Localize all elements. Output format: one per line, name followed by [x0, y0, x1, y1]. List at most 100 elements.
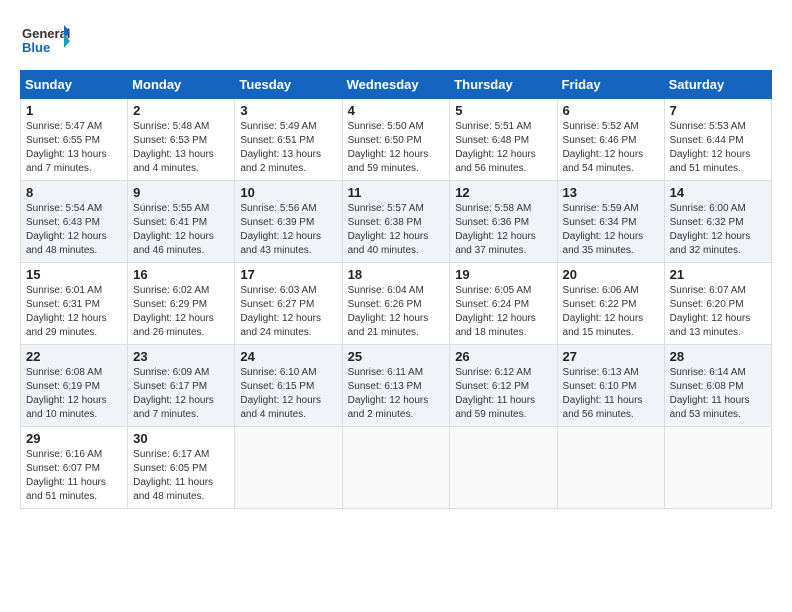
calendar-cell: 8Sunrise: 5:54 AM Sunset: 6:43 PM Daylig…: [21, 181, 128, 263]
day-number: 28: [670, 349, 766, 364]
day-number: 18: [348, 267, 445, 282]
calendar-cell: 2 Sunrise: 5:48 AM Sunset: 6:53 PM Daylig…: [128, 99, 235, 181]
calendar-cell: 19 Sunrise: 6:05 AM Sunset: 6:24 PM Dayli…: [450, 263, 557, 345]
calendar-cell: 4 Sunrise: 5:50 AM Sunset: 6:50 PM Daylig…: [342, 99, 450, 181]
day-info: Sunrise: 5:48 AM Sunset: 6:53 PM Dayligh…: [133, 120, 229, 176]
day-number: 16: [133, 267, 229, 282]
day-info: Sunrise: 5:50 AM Sunset: 6:50 PM Dayligh…: [348, 120, 445, 176]
day-info: Sunrise: 6:13 AM Sunset: 6:10 PM Dayligh…: [563, 366, 659, 422]
calendar-cell: 5 Sunrise: 5:51 AM Sunset: 6:48 PM Daylig…: [450, 99, 557, 181]
calendar-cell: 27 Sunrise: 6:13 AM Sunset: 6:10 PM Dayli…: [557, 345, 664, 427]
calendar-cell: 11Sunrise: 5:57 AM Sunset: 6:38 PM Dayli…: [342, 181, 450, 263]
day-number: 30: [133, 431, 229, 446]
calendar-cell: 12 Sunrise: 5:58 AM Sunset: 6:36 PM Dayli…: [450, 181, 557, 263]
day-number: 26: [455, 349, 551, 364]
calendar-cell: 26 Sunrise: 6:12 AM Sunset: 6:12 PM Dayli…: [450, 345, 557, 427]
day-number: 25: [348, 349, 445, 364]
calendar-week-3: 15 Sunrise: 6:01 AM Sunset: 6:31 PM Dayli…: [21, 263, 772, 345]
calendar-header-row: SundayMondayTuesdayWednesdayThursdayFrid…: [21, 71, 772, 99]
day-number: 29: [26, 431, 122, 446]
day-number: 9: [133, 185, 229, 200]
day-number: 21: [670, 267, 766, 282]
day-number: 5: [455, 103, 551, 118]
calendar-week-5: 29 Sunrise: 6:16 AM Sunset: 6:07 PM Dayli…: [21, 427, 772, 509]
calendar-table: SundayMondayTuesdayWednesdayThursdayFrid…: [20, 70, 772, 509]
calendar-header-wednesday: Wednesday: [342, 71, 450, 99]
calendar-cell: 23 Sunrise: 6:09 AM Sunset: 6:17 PM Dayli…: [128, 345, 235, 427]
day-number: 11: [348, 185, 445, 200]
day-number: 4: [348, 103, 445, 118]
calendar-header-tuesday: Tuesday: [235, 71, 342, 99]
day-number: 2: [133, 103, 229, 118]
calendar-cell: 29 Sunrise: 6:16 AM Sunset: 6:07 PM Dayli…: [21, 427, 128, 509]
day-number: 14: [670, 185, 766, 200]
day-number: 27: [563, 349, 659, 364]
calendar-cell: 1 Sunrise: 5:47 AM Sunset: 6:55 PM Daylig…: [21, 99, 128, 181]
day-info: Sunrise: 6:08 AM Sunset: 6:19 PM Dayligh…: [26, 366, 122, 422]
calendar-header-saturday: Saturday: [664, 71, 771, 99]
svg-text:General: General: [22, 26, 70, 41]
day-number: 24: [240, 349, 336, 364]
calendar-cell: [664, 427, 771, 509]
calendar-cell: 9 Sunrise: 5:55 AM Sunset: 6:41 PM Daylig…: [128, 181, 235, 263]
logo: General Blue: [20, 20, 74, 60]
day-info: Sunrise: 6:02 AM Sunset: 6:29 PM Dayligh…: [133, 284, 229, 340]
calendar-cell: 22 Sunrise: 6:08 AM Sunset: 6:19 PM Dayli…: [21, 345, 128, 427]
calendar-cell: 18 Sunrise: 6:04 AM Sunset: 6:26 PM Dayli…: [342, 263, 450, 345]
day-info: Sunrise: 5:49 AM Sunset: 6:51 PM Dayligh…: [240, 120, 336, 176]
day-number: 15: [26, 267, 122, 282]
calendar-cell: [557, 427, 664, 509]
calendar-cell: 7Sunrise: 5:53 AM Sunset: 6:44 PM Daylig…: [664, 99, 771, 181]
day-number: 13: [563, 185, 659, 200]
calendar-cell: 14 Sunrise: 6:00 AM Sunset: 6:32 PM Dayli…: [664, 181, 771, 263]
day-info: Sunrise: 6:07 AM Sunset: 6:20 PM Dayligh…: [670, 284, 766, 340]
svg-text:Blue: Blue: [22, 40, 50, 55]
day-info: Sunrise: 5:53 AM Sunset: 6:44 PM Dayligh…: [670, 120, 766, 176]
calendar-cell: 13 Sunrise: 5:59 AM Sunset: 6:34 PM Dayli…: [557, 181, 664, 263]
calendar-cell: 20 Sunrise: 6:06 AM Sunset: 6:22 PM Dayli…: [557, 263, 664, 345]
calendar-cell: [450, 427, 557, 509]
day-info: Sunrise: 5:58 AM Sunset: 6:36 PM Dayligh…: [455, 202, 551, 258]
calendar-week-2: 8Sunrise: 5:54 AM Sunset: 6:43 PM Daylig…: [21, 181, 772, 263]
day-info: Sunrise: 6:10 AM Sunset: 6:15 PM Dayligh…: [240, 366, 336, 422]
day-info: Sunrise: 5:51 AM Sunset: 6:48 PM Dayligh…: [455, 120, 551, 176]
day-info: Sunrise: 6:09 AM Sunset: 6:17 PM Dayligh…: [133, 366, 229, 422]
day-number: 1: [26, 103, 122, 118]
day-info: Sunrise: 6:00 AM Sunset: 6:32 PM Dayligh…: [670, 202, 766, 258]
calendar-cell: 16 Sunrise: 6:02 AM Sunset: 6:29 PM Dayli…: [128, 263, 235, 345]
calendar-header-friday: Friday: [557, 71, 664, 99]
calendar-cell: 21 Sunrise: 6:07 AM Sunset: 6:20 PM Dayli…: [664, 263, 771, 345]
day-info: Sunrise: 6:17 AM Sunset: 6:05 PM Dayligh…: [133, 448, 229, 504]
calendar-cell: 28 Sunrise: 6:14 AM Sunset: 6:08 PM Dayli…: [664, 345, 771, 427]
calendar-cell: 30 Sunrise: 6:17 AM Sunset: 6:05 PM Dayli…: [128, 427, 235, 509]
calendar-cell: 17Sunrise: 6:03 AM Sunset: 6:27 PM Dayli…: [235, 263, 342, 345]
day-info: Sunrise: 6:14 AM Sunset: 6:08 PM Dayligh…: [670, 366, 766, 422]
page-header: General Blue: [20, 20, 772, 60]
day-number: 8: [26, 185, 122, 200]
calendar-cell: 24 Sunrise: 6:10 AM Sunset: 6:15 PM Dayli…: [235, 345, 342, 427]
day-info: Sunrise: 6:16 AM Sunset: 6:07 PM Dayligh…: [26, 448, 122, 504]
day-info: Sunrise: 6:06 AM Sunset: 6:22 PM Dayligh…: [563, 284, 659, 340]
day-info: Sunrise: 6:01 AM Sunset: 6:31 PM Dayligh…: [26, 284, 122, 340]
day-number: 23: [133, 349, 229, 364]
day-number: 20: [563, 267, 659, 282]
day-info: Sunrise: 5:59 AM Sunset: 6:34 PM Dayligh…: [563, 202, 659, 258]
day-info: Sunrise: 6:04 AM Sunset: 6:26 PM Dayligh…: [348, 284, 445, 340]
calendar-cell: [342, 427, 450, 509]
calendar-header-thursday: Thursday: [450, 71, 557, 99]
day-number: 3: [240, 103, 336, 118]
day-info: Sunrise: 6:03 AM Sunset: 6:27 PM Dayligh…: [240, 284, 336, 340]
calendar-cell: [235, 427, 342, 509]
calendar-header-monday: Monday: [128, 71, 235, 99]
day-info: Sunrise: 6:12 AM Sunset: 6:12 PM Dayligh…: [455, 366, 551, 422]
day-number: 19: [455, 267, 551, 282]
day-info: Sunrise: 6:11 AM Sunset: 6:13 PM Dayligh…: [348, 366, 445, 422]
day-number: 12: [455, 185, 551, 200]
day-number: 22: [26, 349, 122, 364]
calendar-week-1: 1 Sunrise: 5:47 AM Sunset: 6:55 PM Daylig…: [21, 99, 772, 181]
day-number: 10: [240, 185, 336, 200]
day-info: Sunrise: 6:05 AM Sunset: 6:24 PM Dayligh…: [455, 284, 551, 340]
day-info: Sunrise: 5:55 AM Sunset: 6:41 PM Dayligh…: [133, 202, 229, 258]
day-info: Sunrise: 5:47 AM Sunset: 6:55 PM Dayligh…: [26, 120, 122, 176]
calendar-cell: 10Sunrise: 5:56 AM Sunset: 6:39 PM Dayli…: [235, 181, 342, 263]
